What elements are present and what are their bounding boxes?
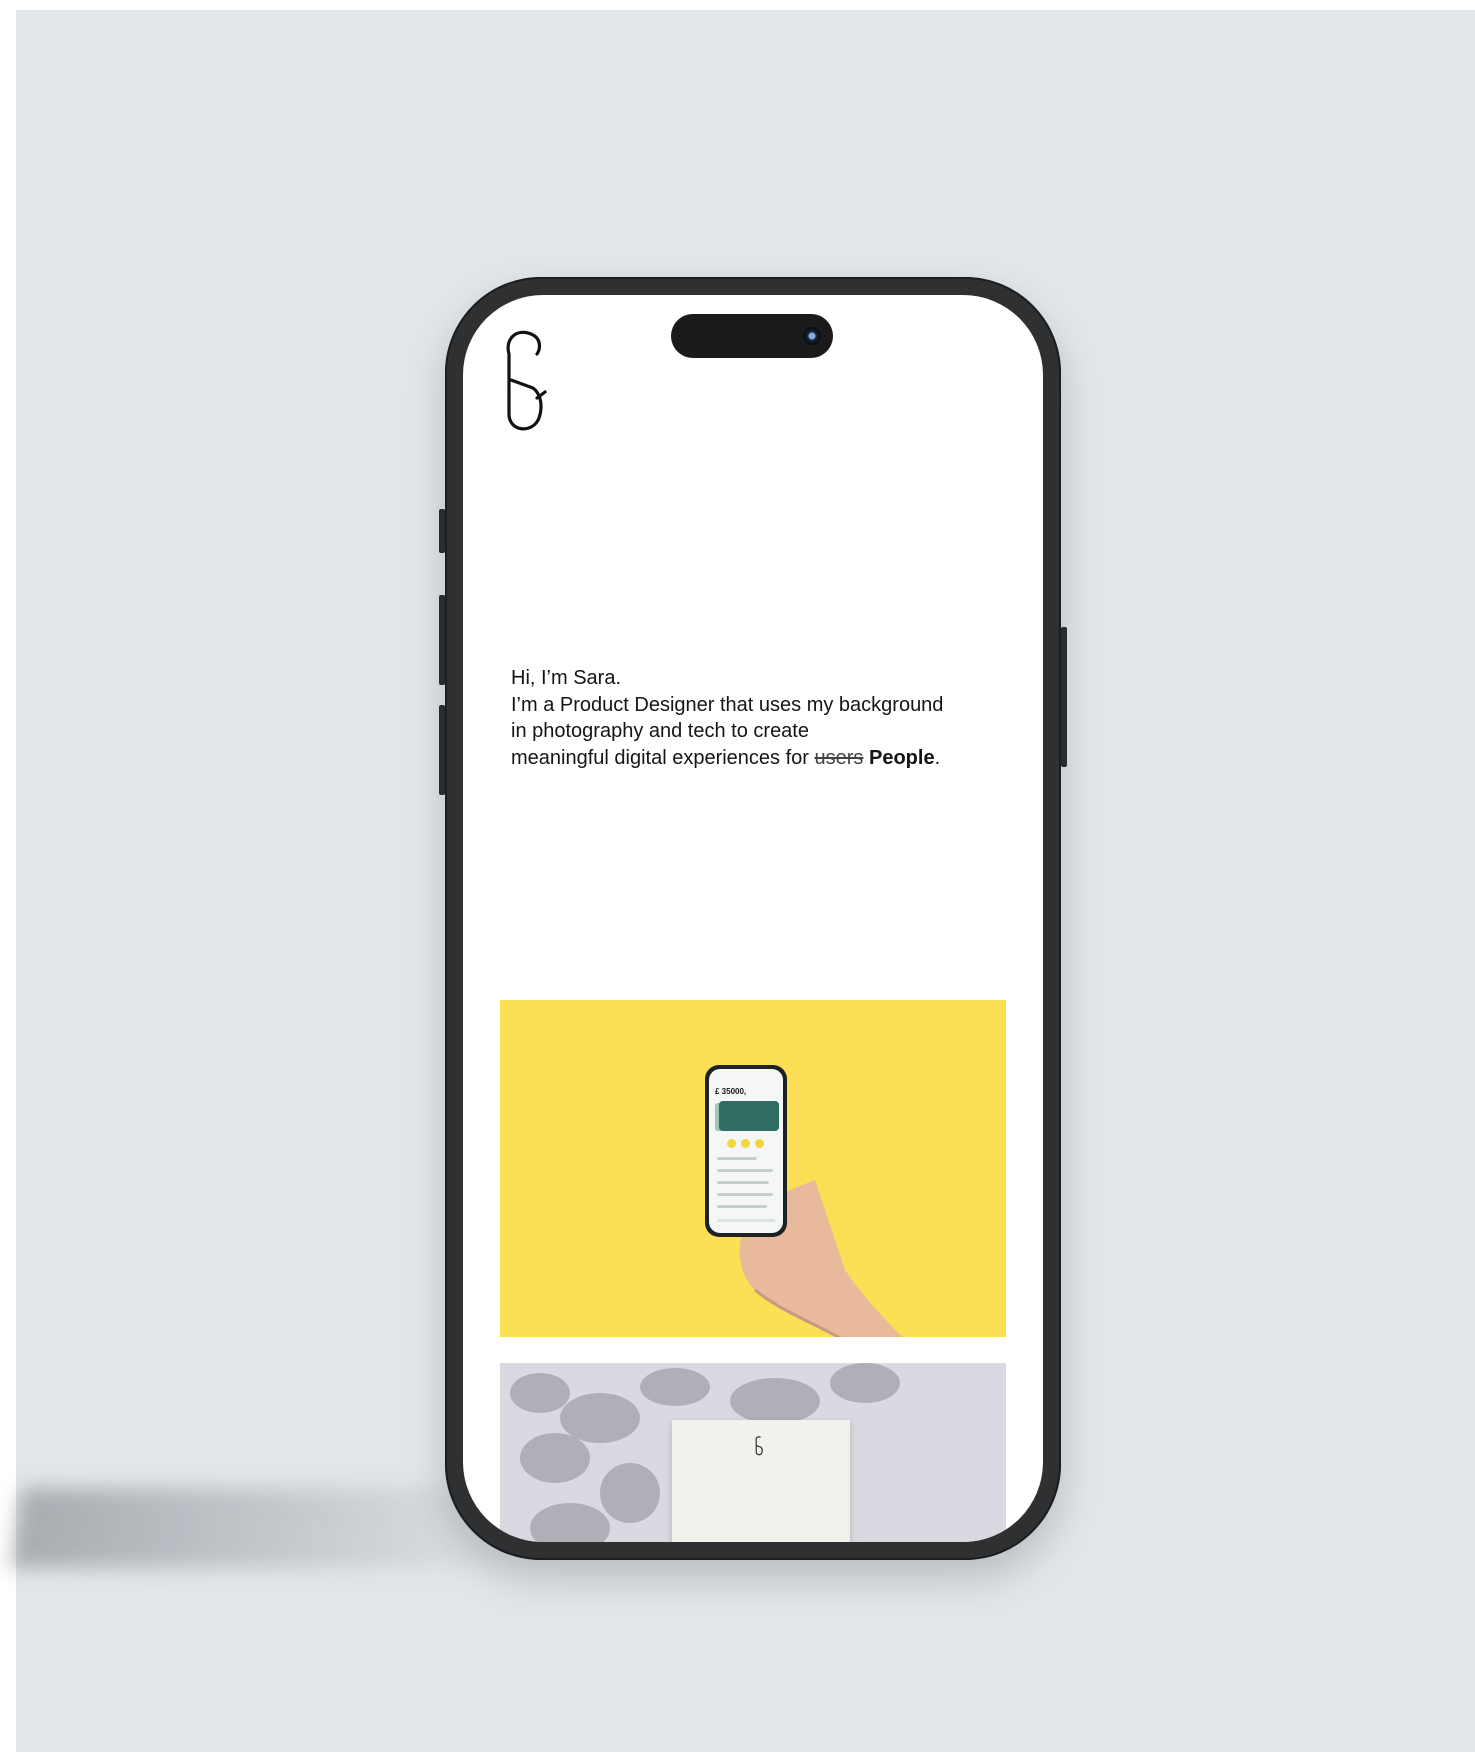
leaf-shadow <box>830 1363 900 1403</box>
intro-line-3-suffix: . <box>934 746 941 769</box>
struck-word: users <box>814 746 864 769</box>
emphasis-word: People <box>868 746 935 769</box>
volume-down-button <box>439 705 445 795</box>
leaf-shadow <box>520 1433 590 1483</box>
project-card-banking-app[interactable]: £ 35000, <box>500 1000 1006 1337</box>
phone-screen: Hi, I’m Sara. I’m a Product Designer tha… <box>463 295 1043 1542</box>
intro-text: Hi, I’m Sara. I’m a Product Designer tha… <box>511 665 1011 771</box>
notebook-image <box>672 1420 850 1542</box>
mini-phone-screen: £ 35000, <box>709 1069 783 1233</box>
intro-line-2: in photography and tech to create <box>511 720 809 742</box>
volume-up-button <box>439 595 445 685</box>
phone-mockup: Hi, I’m Sara. I’m a Product Designer tha… <box>439 277 1067 1560</box>
leaf-shadow <box>510 1373 570 1413</box>
sg-monogram-icon <box>755 1436 763 1456</box>
leaf-shadow <box>640 1368 710 1406</box>
camera-icon <box>803 327 821 345</box>
dynamic-island <box>671 314 833 358</box>
greeting: Hi, I’m Sara. <box>511 667 622 689</box>
leaf-shadow <box>600 1463 660 1523</box>
project-card-stationery[interactable] <box>500 1363 1006 1542</box>
intro-line-1: I’m a Product Designer that uses my back… <box>511 693 944 716</box>
silent-switch <box>439 509 445 553</box>
mini-action-dot <box>755 1139 764 1148</box>
mini-card <box>719 1101 779 1131</box>
mini-balance: £ 35000, <box>715 1087 747 1096</box>
mini-tab-bar <box>717 1219 775 1222</box>
mini-phone-image: £ 35000, <box>705 1065 787 1237</box>
intro-line-3: meaningful digital experiences for users… <box>511 745 1011 772</box>
mini-action-dot <box>727 1139 736 1148</box>
mini-text-line <box>717 1157 757 1160</box>
mini-text-line <box>717 1181 769 1184</box>
sg-monogram-icon[interactable] <box>501 328 547 436</box>
intro-line-3-prefix: meaningful digital experiences for <box>511 746 815 769</box>
mini-text-line <box>717 1193 773 1196</box>
leaf-shadow <box>730 1378 820 1424</box>
mini-text-line <box>717 1169 773 1172</box>
mini-text-line <box>717 1205 767 1208</box>
leaf-shadow <box>530 1503 610 1542</box>
mini-action-dot <box>741 1139 750 1148</box>
power-button <box>1061 627 1067 767</box>
